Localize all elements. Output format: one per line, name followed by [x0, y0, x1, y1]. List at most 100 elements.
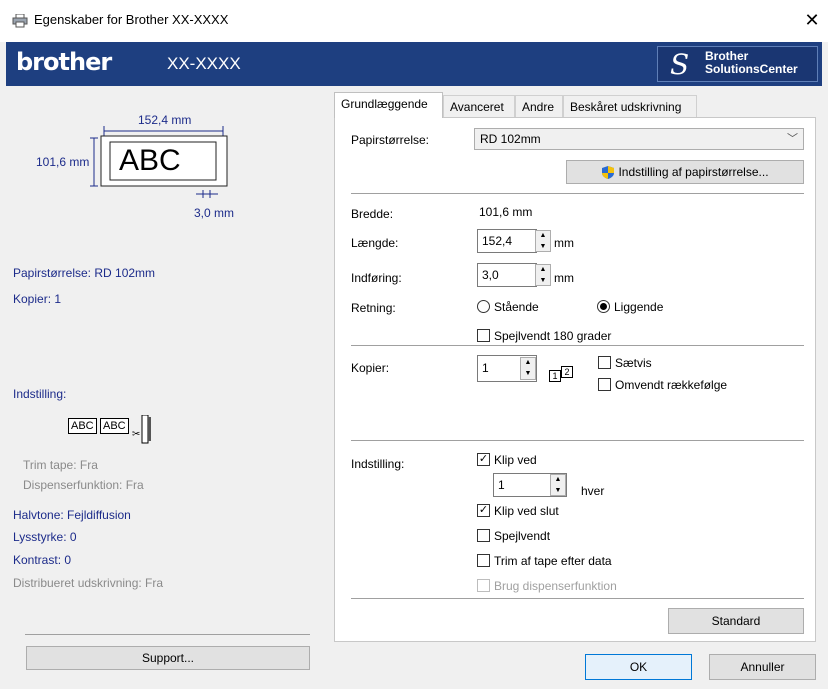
model-name: XX-XXXX [167, 54, 241, 73]
preview-sample-text: ABC [119, 144, 181, 177]
spin-up-icon[interactable]: ▲ [536, 231, 550, 241]
cut-at-checkbox[interactable]: ✓ [477, 453, 490, 466]
mirror-180-checkbox[interactable] [477, 329, 490, 342]
length-input[interactable]: 152,4 [477, 229, 537, 253]
landscape-radio[interactable] [597, 300, 610, 313]
divider-1 [351, 193, 804, 194]
tab-other[interactable]: Andre [515, 95, 563, 117]
cut-at-end-option[interactable]: ✓ Klip ved slut [477, 502, 617, 520]
mirror-180-label: Spejlvendt 180 grader [494, 329, 612, 343]
length-stepper[interactable]: ▲ ▼ [535, 230, 551, 252]
radio-selected-dot [600, 303, 607, 310]
label-preview: 152,4 mm 101,6 mm ABC 3,0 mm [13, 90, 321, 230]
orientation-landscape[interactable]: Liggende [597, 298, 707, 316]
ok-button[interactable]: OK [585, 654, 692, 680]
summary-brightness: Lysstyrke: 0 [13, 530, 77, 544]
landscape-label: Liggende [614, 300, 664, 314]
summary-paper-size: Papirstørrelse: RD 102mm [13, 266, 156, 280]
mirror-checkbox[interactable] [477, 529, 490, 542]
summary-copies: Kopier: 1 [13, 292, 62, 306]
collate-page-2: 2 [561, 366, 573, 378]
trim-tape-option[interactable]: Trim af tape efter data [477, 552, 677, 570]
dispenser-label: Brug dispenserfunktion [494, 579, 617, 593]
paper-size-label: Papirstørrelse: [351, 133, 430, 147]
paper-size-value: RD 102mm [480, 132, 541, 146]
solutions-center-label-2: SolutionsCenter [705, 62, 798, 76]
tab-basic[interactable]: Grundlæggende [334, 92, 443, 118]
support-button[interactable]: Support... [26, 646, 310, 670]
trim-tape-checkbox[interactable] [477, 554, 490, 567]
title-bar: Egenskaber for Brother XX-XXXX ✕ [0, 0, 828, 42]
portrait-radio[interactable] [477, 300, 490, 313]
summary-trim-tape: Trim tape: Fra [23, 458, 98, 472]
spin-down-icon[interactable]: ▼ [521, 369, 535, 380]
mirror-option[interactable]: Spejlvendt [477, 527, 617, 545]
svg-text:✂: ✂ [132, 429, 140, 440]
cut-sample-2: ABC [100, 418, 129, 434]
close-icon[interactable]: ✕ [799, 8, 825, 32]
dispenser-checkbox [477, 579, 490, 592]
collate-label: Sætvis [615, 356, 652, 370]
portrait-label: Stående [494, 300, 539, 314]
reverse-order-checkbox[interactable] [598, 378, 611, 391]
cut-at-label: Klip ved [494, 453, 537, 467]
cut-every-stepper[interactable]: ▲ ▼ [550, 474, 566, 496]
brand-bar: brother XX-XXXX S Brother SolutionsCente… [6, 42, 822, 86]
summary-distributed: Distribueret udskrivning: Fra [13, 576, 164, 590]
spin-up-icon[interactable]: ▲ [551, 475, 565, 485]
copies-label: Kopier: [351, 361, 390, 375]
standard-button[interactable]: Standard [668, 608, 804, 634]
orientation-portrait[interactable]: Stående [477, 298, 587, 316]
divider-2 [351, 345, 804, 346]
length-label: Længde: [351, 236, 399, 250]
cancel-button[interactable]: Annuller [709, 654, 816, 680]
copies-stepper[interactable]: ▲ ▼ [520, 357, 536, 380]
tab-page-basic: Papirstørrelse: RD 102mm ﹀ Indstilling a… [334, 117, 816, 642]
feed-unit: mm [554, 271, 574, 285]
feed-input[interactable]: 3,0 [477, 263, 537, 287]
trim-tape-label: Trim af tape efter data [494, 554, 612, 568]
summary-panel: 152,4 mm 101,6 mm ABC 3,0 mm Papirstørre… [13, 90, 321, 680]
spin-up-icon[interactable]: ▲ [521, 358, 535, 369]
preview-margin-label: 3,0 mm [194, 206, 235, 220]
spin-down-icon[interactable]: ▼ [536, 242, 550, 252]
mirror-label: Spejlvendt [494, 529, 551, 543]
tab-advanced[interactable]: Avanceret [443, 95, 515, 117]
printer-icon [12, 14, 28, 28]
reverse-order-option[interactable]: Omvendt rækkefølge [598, 376, 778, 394]
paper-size-select[interactable]: RD 102mm ﹀ [474, 128, 804, 150]
spin-down-icon[interactable]: ▼ [536, 276, 550, 286]
spin-up-icon[interactable]: ▲ [536, 265, 550, 275]
solutions-center-button[interactable]: S Brother SolutionsCenter [657, 46, 818, 82]
reverse-order-label: Omvendt rækkefølge [615, 378, 728, 392]
setting-label: Indstilling: [351, 457, 405, 471]
mirror-180-option[interactable]: Spejlvendt 180 grader [477, 327, 677, 345]
collate-checkbox[interactable] [598, 356, 611, 369]
summary-setting-header: Indstilling: [13, 387, 67, 401]
chevron-down-icon: ﹀ [787, 133, 798, 145]
collate-option[interactable]: Sætvis [598, 354, 718, 372]
shield-icon [602, 165, 615, 179]
collate-page-1: 1 [549, 370, 561, 382]
summary-halftone: Halvtone: Fejldiffusion [13, 508, 131, 522]
spin-down-icon[interactable]: ▼ [551, 486, 565, 496]
length-unit: mm [554, 236, 574, 250]
cut-at-option[interactable]: ✓ Klip ved [477, 451, 597, 469]
tab-cropped-printing[interactable]: Beskåret udskrivning [563, 95, 697, 117]
cut-at-end-label: Klip ved slut [494, 504, 559, 518]
collate-icon: 1 2 [549, 366, 579, 384]
summary-contrast: Kontrast: 0 [13, 553, 72, 567]
paper-size-setting-button[interactable]: Indstilling af papirstørrelse... [566, 160, 804, 184]
orientation-label: Retning: [351, 301, 396, 315]
scissors-icon: ✂ [132, 415, 151, 444]
cut-at-end-checkbox[interactable]: ✓ [477, 504, 490, 517]
cut-preview: ABC ABC ✂ [68, 415, 168, 445]
summary-dispenser: Dispenserfunktion: Fra [23, 478, 144, 492]
divider-3 [351, 440, 804, 441]
width-label: Bredde: [351, 207, 394, 221]
brother-logo: brother [16, 48, 112, 76]
cut-sample-1: ABC [68, 418, 97, 434]
feed-label: Indføring: [351, 271, 402, 285]
preview-height-label: 101,6 mm [36, 155, 90, 169]
feed-stepper[interactable]: ▲ ▼ [535, 264, 551, 286]
